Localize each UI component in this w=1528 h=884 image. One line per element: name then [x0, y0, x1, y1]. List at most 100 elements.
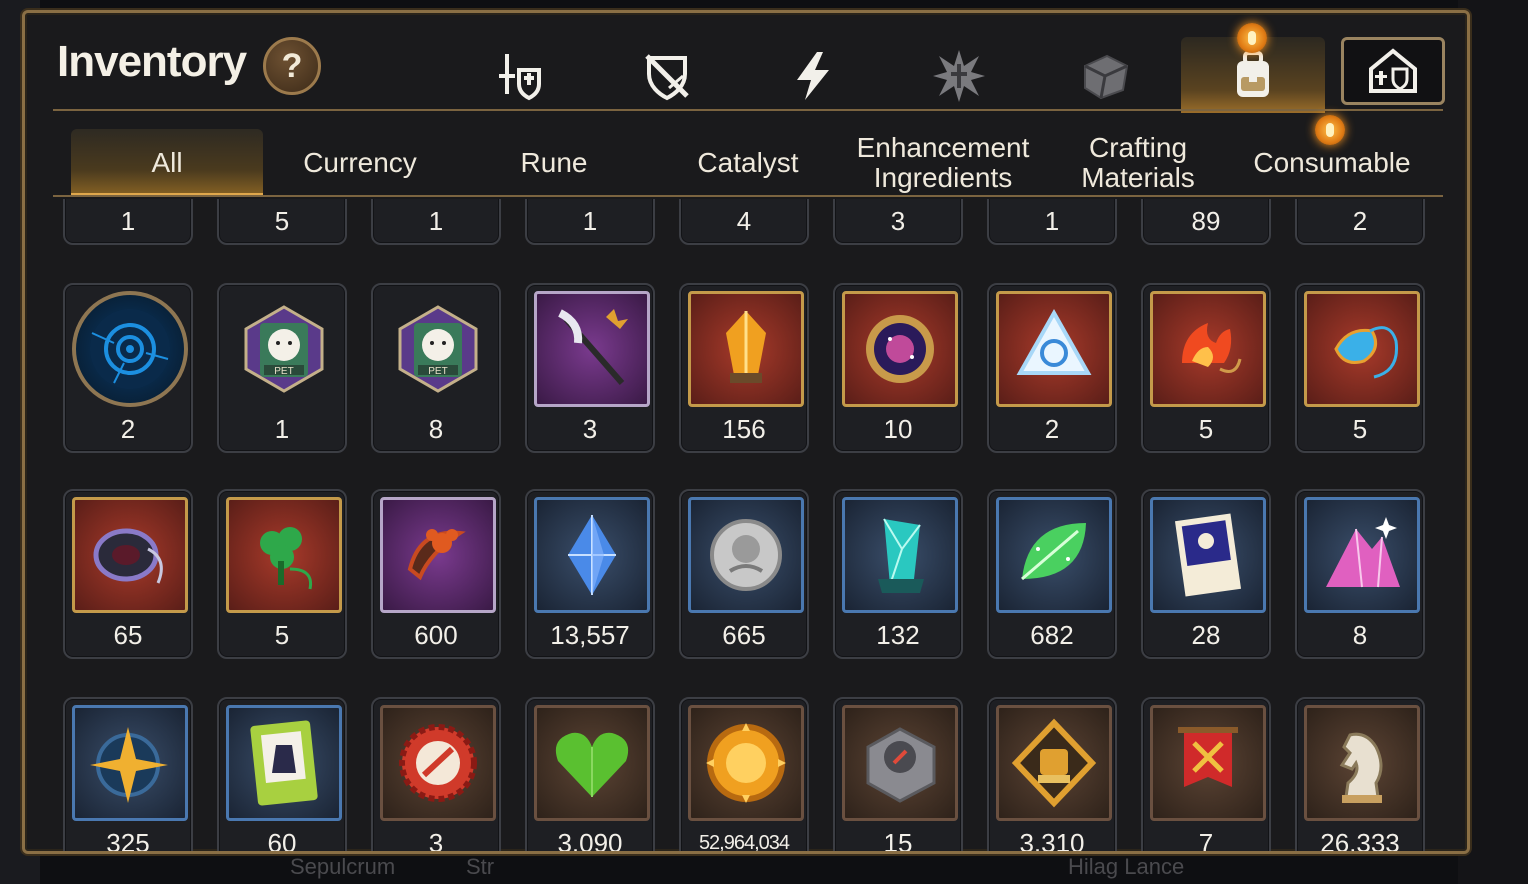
- water-charm-icon: [1334, 326, 1399, 379]
- inventory-slot[interactable]: 682: [987, 489, 1117, 659]
- inventory-slot[interactable]: 1: [987, 199, 1117, 245]
- chess-knight-icon: [1339, 732, 1383, 803]
- item-count: 600: [414, 620, 458, 650]
- inventory-slot[interactable]: 5: [217, 489, 347, 659]
- item-frame: [72, 291, 188, 407]
- costume-card-icon: [250, 720, 318, 806]
- amber-crystal-icon: [726, 311, 766, 383]
- item-count: 156: [722, 414, 766, 444]
- item-frame: PET: [380, 291, 496, 407]
- tabs-divider: [53, 195, 1443, 197]
- inventory-slot[interactable]: 10: [833, 283, 963, 453]
- inventory-slot[interactable]: PET 1: [217, 283, 347, 453]
- inventory-panel: Inventory ? All Currency Rune Catalyst E…: [22, 10, 1470, 854]
- item-grid: 1 5 1 1 4 3 1 89 2 2 PET 1 PET 8 3 156 10 2 5 5 65 5 600 13,557…: [25, 199, 1467, 854]
- inventory-slot[interactable]: 5: [217, 199, 347, 245]
- inventory-slot[interactable]: 28: [1141, 489, 1271, 659]
- item-count: 8: [428, 414, 444, 444]
- inventory-slot[interactable]: 8: [1295, 489, 1425, 659]
- inventory-slot[interactable]: 2: [987, 283, 1117, 453]
- inventory-slot[interactable]: 325: [63, 697, 193, 851]
- inventory-slot[interactable]: 1: [525, 199, 655, 245]
- inventory-slot[interactable]: 26,333: [1295, 697, 1425, 854]
- item-count: 65: [113, 620, 143, 650]
- inventory-slot[interactable]: 13,557: [525, 489, 655, 659]
- item-frame: [226, 497, 342, 613]
- inventory-slot[interactable]: 5: [1295, 283, 1425, 453]
- item-frame: [996, 291, 1112, 407]
- storage-icon: [1369, 48, 1417, 93]
- item-count: 10: [883, 414, 913, 444]
- item-count: 3,090: [557, 828, 623, 854]
- equipment-icon: [499, 54, 541, 101]
- item-frame: [688, 705, 804, 821]
- item-frame: [842, 497, 958, 613]
- top-nav-lightning[interactable]: [765, 39, 861, 113]
- item-count: 2: [120, 414, 136, 444]
- tab-all[interactable]: All: [71, 129, 263, 197]
- inventory-slot[interactable]: 665: [679, 489, 809, 659]
- inventory-slot[interactable]: 5: [1141, 283, 1271, 453]
- item-frame: [380, 497, 496, 613]
- item-count: 3,310: [1019, 828, 1085, 854]
- item-count: 26,333: [1320, 828, 1400, 854]
- inventory-slot[interactable]: 1: [63, 199, 193, 245]
- item-frame: [1304, 291, 1420, 407]
- inventory-slot[interactable]: 3: [833, 199, 963, 245]
- item-count: 5: [274, 620, 290, 650]
- background-text-left: Sepulcrum: [290, 854, 396, 879]
- star-compass-icon: [90, 727, 168, 803]
- panel-corner: [25, 13, 43, 31]
- inventory-slot[interactable]: 65: [63, 489, 193, 659]
- inventory-slot[interactable]: 60: [217, 697, 347, 851]
- inventory-slot[interactable]: 7: [1141, 697, 1271, 851]
- item-frame: [688, 291, 804, 407]
- help-button[interactable]: ?: [263, 37, 321, 95]
- svg-text:PET: PET: [428, 366, 447, 377]
- item-frame: [688, 497, 804, 613]
- item-count: 3: [582, 414, 598, 444]
- tab-catalyst[interactable]: Catalyst: [651, 129, 845, 197]
- inventory-slot[interactable]: 3: [371, 697, 501, 854]
- stone-compass-icon: [866, 727, 936, 803]
- inventory-slot[interactable]: 15: [833, 697, 963, 851]
- item-count: 28: [1191, 620, 1221, 650]
- item-count: 4: [736, 206, 752, 236]
- lightning-icon: [797, 52, 829, 100]
- inventory-slot[interactable]: 132: [833, 489, 963, 659]
- inventory-slot[interactable]: 4: [679, 199, 809, 245]
- page-title: Inventory: [57, 37, 247, 86]
- top-nav-storage[interactable]: [1341, 37, 1445, 105]
- item-frame: [380, 705, 496, 821]
- inventory-slot[interactable]: 156: [679, 283, 809, 453]
- inventory-slot[interactable]: 3,090: [525, 697, 655, 854]
- tab-enhancement-ingredients[interactable]: Enhancement Ingredients: [845, 129, 1041, 197]
- item-frame: [72, 497, 188, 613]
- inventory-slot[interactable]: 3,310: [987, 697, 1117, 854]
- inventory-slot[interactable]: PET 8: [371, 283, 501, 453]
- item-frame: [1150, 291, 1266, 407]
- fire-charm-icon: [1182, 323, 1242, 373]
- tab-rune[interactable]: Rune: [457, 129, 651, 197]
- inventory-slot[interactable]: 2: [1295, 199, 1425, 245]
- inventory-slot[interactable]: 600: [371, 489, 501, 659]
- item-count: 132: [876, 620, 920, 650]
- cube-icon: [1084, 54, 1129, 100]
- inventory-slot[interactable]: 1: [371, 199, 501, 245]
- top-nav-equipment[interactable]: [473, 39, 569, 113]
- tab-crafting-materials[interactable]: Crafting Materials: [1041, 129, 1235, 197]
- item-count: 13,557: [550, 620, 630, 650]
- top-nav-broken-shield[interactable]: [619, 39, 715, 113]
- inventory-slot[interactable]: 52,964,034: [679, 697, 809, 851]
- inventory-slot[interactable]: 89: [1141, 199, 1271, 245]
- inventory-slot[interactable]: 2: [63, 283, 193, 453]
- clover-charm-icon: [260, 527, 313, 590]
- inventory-slot[interactable]: 3: [525, 283, 655, 453]
- scroll-card-icon: [1174, 513, 1242, 597]
- top-nav-starburst[interactable]: [911, 39, 1007, 113]
- item-count: 3: [428, 828, 444, 854]
- item-count: 5: [1198, 414, 1214, 444]
- top-nav-cube[interactable]: [1057, 39, 1153, 113]
- tab-currency[interactable]: Currency: [263, 129, 457, 197]
- item-count: 1: [582, 206, 598, 236]
